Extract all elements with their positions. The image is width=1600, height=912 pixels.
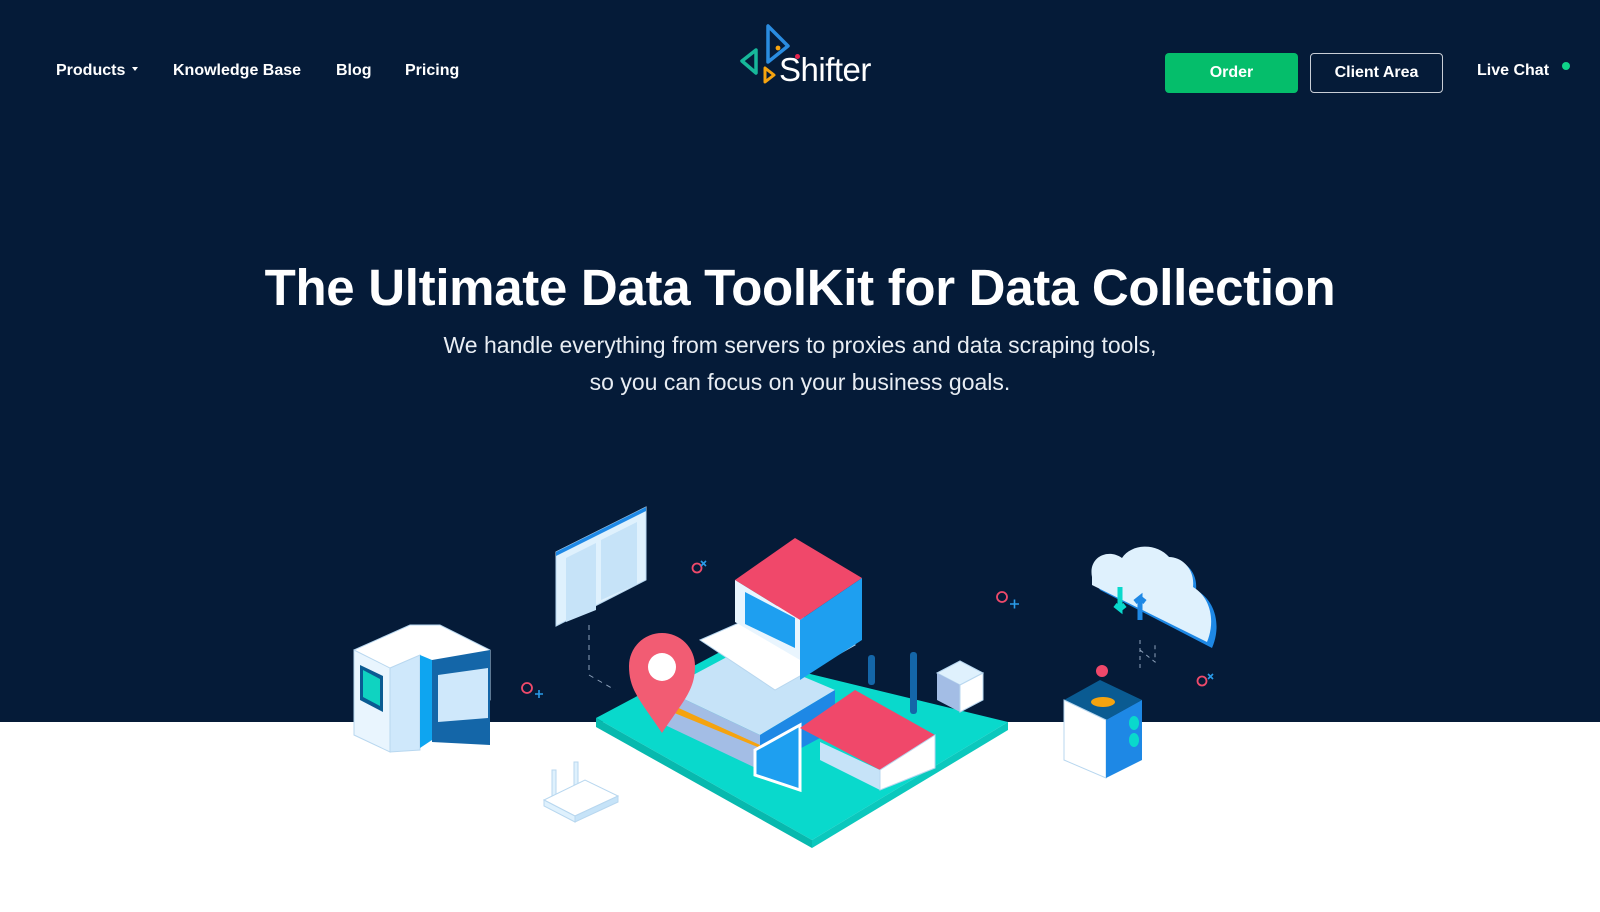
hero-illustration <box>353 506 1217 848</box>
router-icon <box>542 761 620 823</box>
server-machine-icon <box>353 624 491 753</box>
robot-cube-icon <box>1063 665 1142 779</box>
database-box-icon <box>935 660 985 713</box>
cloud-sync-icon <box>1091 546 1217 670</box>
